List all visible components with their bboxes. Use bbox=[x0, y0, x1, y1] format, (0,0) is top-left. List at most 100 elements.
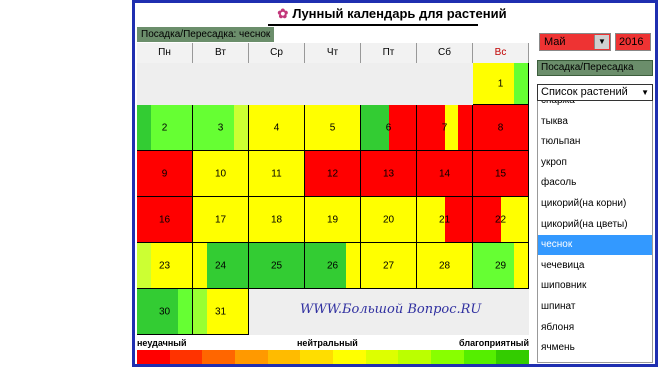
day-number: 12 bbox=[326, 168, 339, 179]
day-number: 26 bbox=[326, 260, 339, 271]
plant-list-item[interactable]: шпинат bbox=[538, 297, 652, 317]
plant-list-item[interactable]: цикорий(на цветы) bbox=[538, 215, 652, 235]
legend-swatch bbox=[496, 350, 530, 364]
day-number: 10 bbox=[214, 168, 227, 179]
plant-list-title: Список растений bbox=[541, 86, 628, 98]
calendar-day[interactable]: 15 bbox=[473, 151, 529, 197]
day-number: 21 bbox=[438, 214, 451, 225]
calendar-day[interactable]: 2 bbox=[137, 105, 193, 151]
calendar-day[interactable]: 20 bbox=[361, 197, 417, 243]
calendar-day[interactable]: 12 bbox=[305, 151, 361, 197]
weekday-header: Вс bbox=[473, 43, 529, 63]
month-select[interactable]: Май ▼ bbox=[539, 33, 611, 51]
plant-list-item[interactable]: спаржа bbox=[538, 101, 652, 111]
legend-swatch bbox=[169, 350, 203, 364]
day-number: 18 bbox=[270, 214, 283, 225]
year-select[interactable]: 2016 bbox=[615, 33, 651, 51]
calendar-day[interactable]: 9 bbox=[137, 151, 193, 197]
legend-swatch bbox=[267, 350, 301, 364]
day-number: 5 bbox=[329, 122, 336, 133]
mode-button[interactable]: Посадка/Пересадка bbox=[537, 60, 653, 76]
calendar-day[interactable]: 16 bbox=[137, 197, 193, 243]
plant-list-dropdown[interactable]: Список растений ▼ bbox=[537, 84, 653, 101]
calendar-day[interactable]: 28 bbox=[417, 243, 473, 289]
legend-swatch bbox=[431, 350, 464, 364]
plant-list-item[interactable]: тюльпан bbox=[538, 132, 652, 152]
calendar-day[interactable]: 24 bbox=[193, 243, 249, 289]
day-number: 27 bbox=[382, 260, 395, 271]
watermark: WWW.Большой Вопрос.RU bbox=[300, 302, 482, 317]
plant-list[interactable]: спаржатыкватюльпанукропфасольцикорий(на … bbox=[537, 101, 653, 363]
calendar-day[interactable]: 4 bbox=[249, 105, 305, 151]
calendar-day[interactable]: 31 bbox=[193, 289, 249, 335]
day-number: 20 bbox=[382, 214, 395, 225]
weekday-header: Пн bbox=[137, 43, 193, 63]
calendar-day[interactable]: 7 bbox=[417, 105, 473, 151]
calendar-day[interactable]: 17 bbox=[193, 197, 249, 243]
calendar-day[interactable]: 1 bbox=[473, 63, 529, 105]
day-number: 8 bbox=[497, 122, 504, 133]
day-number: 6 bbox=[385, 122, 392, 133]
day-number: 24 bbox=[214, 260, 227, 271]
day-number: 31 bbox=[214, 306, 227, 317]
legend-swatch bbox=[235, 350, 268, 364]
day-number: 28 bbox=[438, 260, 451, 271]
calendar-day[interactable]: 8 bbox=[473, 105, 529, 151]
dropdown-arrow-icon[interactable]: ▼ bbox=[641, 85, 649, 100]
plant-list-item[interactable]: укроп bbox=[538, 153, 652, 173]
calendar-day[interactable]: 11 bbox=[249, 151, 305, 197]
legend-neutral-label: нейтральный bbox=[297, 338, 358, 348]
day-number: 19 bbox=[326, 214, 339, 225]
dropdown-arrow-icon[interactable]: ▼ bbox=[594, 35, 609, 49]
calendar-day[interactable]: 6 bbox=[361, 105, 417, 151]
day-number: 2 bbox=[161, 122, 168, 133]
calendar-day[interactable]: 29 bbox=[473, 243, 529, 289]
plant-list-item[interactable]: ячмень bbox=[538, 338, 652, 358]
plant-list-item[interactable]: тыква bbox=[538, 112, 652, 132]
calendar-title: ✿ Лунный календарь для растений bbox=[277, 6, 507, 21]
calendar-day[interactable]: 22 bbox=[473, 197, 529, 243]
day-number: 11 bbox=[271, 168, 282, 179]
legend-swatch bbox=[365, 350, 399, 364]
calendar-day[interactable]: 25 bbox=[249, 243, 305, 289]
calendar-day[interactable]: 19 bbox=[305, 197, 361, 243]
weekday-header: Чт bbox=[305, 43, 361, 63]
calendar-day[interactable]: 26 bbox=[305, 243, 361, 289]
day-number: 4 bbox=[273, 122, 280, 133]
plant-list-item[interactable]: яблоня bbox=[538, 318, 652, 338]
flower-icon: ✿ bbox=[277, 6, 289, 21]
weekday-header: Сб bbox=[417, 43, 473, 63]
calendar-day[interactable]: 23 bbox=[137, 243, 193, 289]
day-number: 15 bbox=[494, 168, 507, 179]
legend-labels: неудачный нейтральный благоприятный bbox=[137, 338, 529, 350]
calendar-day[interactable]: 18 bbox=[249, 197, 305, 243]
calendar-day[interactable]: 27 bbox=[361, 243, 417, 289]
plant-list-item[interactable]: фасоль bbox=[538, 173, 652, 193]
calendar-day[interactable]: 10 bbox=[193, 151, 249, 197]
day-number: 16 bbox=[158, 214, 171, 225]
day-number: 7 bbox=[441, 122, 448, 133]
plant-list-item[interactable]: чеснок bbox=[538, 235, 652, 256]
calendar-day[interactable]: 30 bbox=[137, 289, 193, 335]
plant-list-item[interactable]: чечевица bbox=[538, 256, 652, 276]
weekday-header: Ср bbox=[249, 43, 305, 63]
day-number: 25 bbox=[270, 260, 283, 271]
day-number: 14 bbox=[438, 168, 451, 179]
month-select-value: Май bbox=[544, 36, 566, 48]
legend-swatch bbox=[300, 350, 334, 364]
title-underline bbox=[268, 24, 478, 26]
calendar-day[interactable]: 14 bbox=[417, 151, 473, 197]
plant-list-item[interactable]: шиповник bbox=[538, 276, 652, 296]
day-number: 1 bbox=[497, 78, 504, 89]
calendar-day[interactable]: 5 bbox=[305, 105, 361, 151]
calendar-day[interactable]: 13 bbox=[361, 151, 417, 197]
day-number: 13 bbox=[382, 168, 395, 179]
day-number: 23 bbox=[158, 260, 171, 271]
calendar-day[interactable]: 3 bbox=[193, 105, 249, 151]
calendar-day[interactable]: 21 bbox=[417, 197, 473, 243]
legend-swatch bbox=[463, 350, 497, 364]
plant-list-item[interactable]: цикорий(на корни) bbox=[538, 194, 652, 214]
legend-good-label: благоприятный bbox=[459, 338, 529, 348]
weekday-header: Пт bbox=[361, 43, 417, 63]
day-number: 9 bbox=[161, 168, 168, 179]
